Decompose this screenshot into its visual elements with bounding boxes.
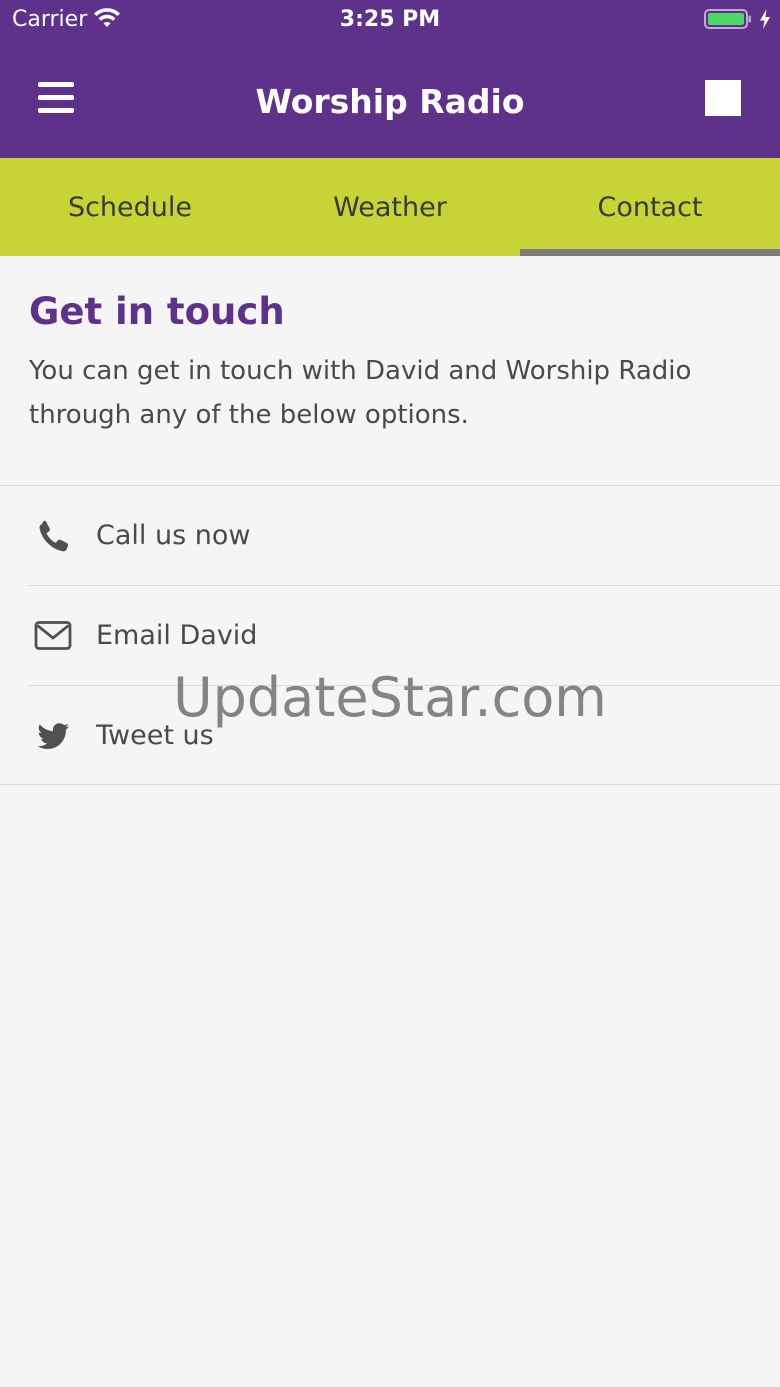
charging-bolt-icon [760,9,770,29]
watermark: UpdateStar.com [173,666,607,729]
battery-charging-icon [704,9,751,29]
app-header: Carrier 3:25 PM Worship Radio [0,0,780,158]
tab-bar: Schedule Weather Contact [0,158,780,256]
list-divider [0,784,780,785]
stop-square-icon[interactable] [705,80,741,116]
phone-icon [39,520,69,552]
tab-weather[interactable]: Weather [260,158,520,256]
envelope-icon [34,621,72,650]
page-title: Get in touch [29,290,285,333]
status-bar: Carrier 3:25 PM [0,0,780,40]
status-time: 3:25 PM [339,7,441,32]
contact-panel: Get in touch You can get in touch with D… [0,256,780,785]
contact-options-list: Call us now Email David Tweet us [0,485,780,785]
email-david-label: Email David [96,620,258,651]
intro-text: You can get in touch with David and Wors… [29,356,692,430]
app-title: Worship Radio [255,82,525,121]
tab-contact[interactable]: Contact [520,158,780,256]
tab-schedule[interactable]: Schedule [0,158,260,256]
call-us-item[interactable]: Call us now [28,486,780,586]
call-us-label: Call us now [96,520,251,551]
